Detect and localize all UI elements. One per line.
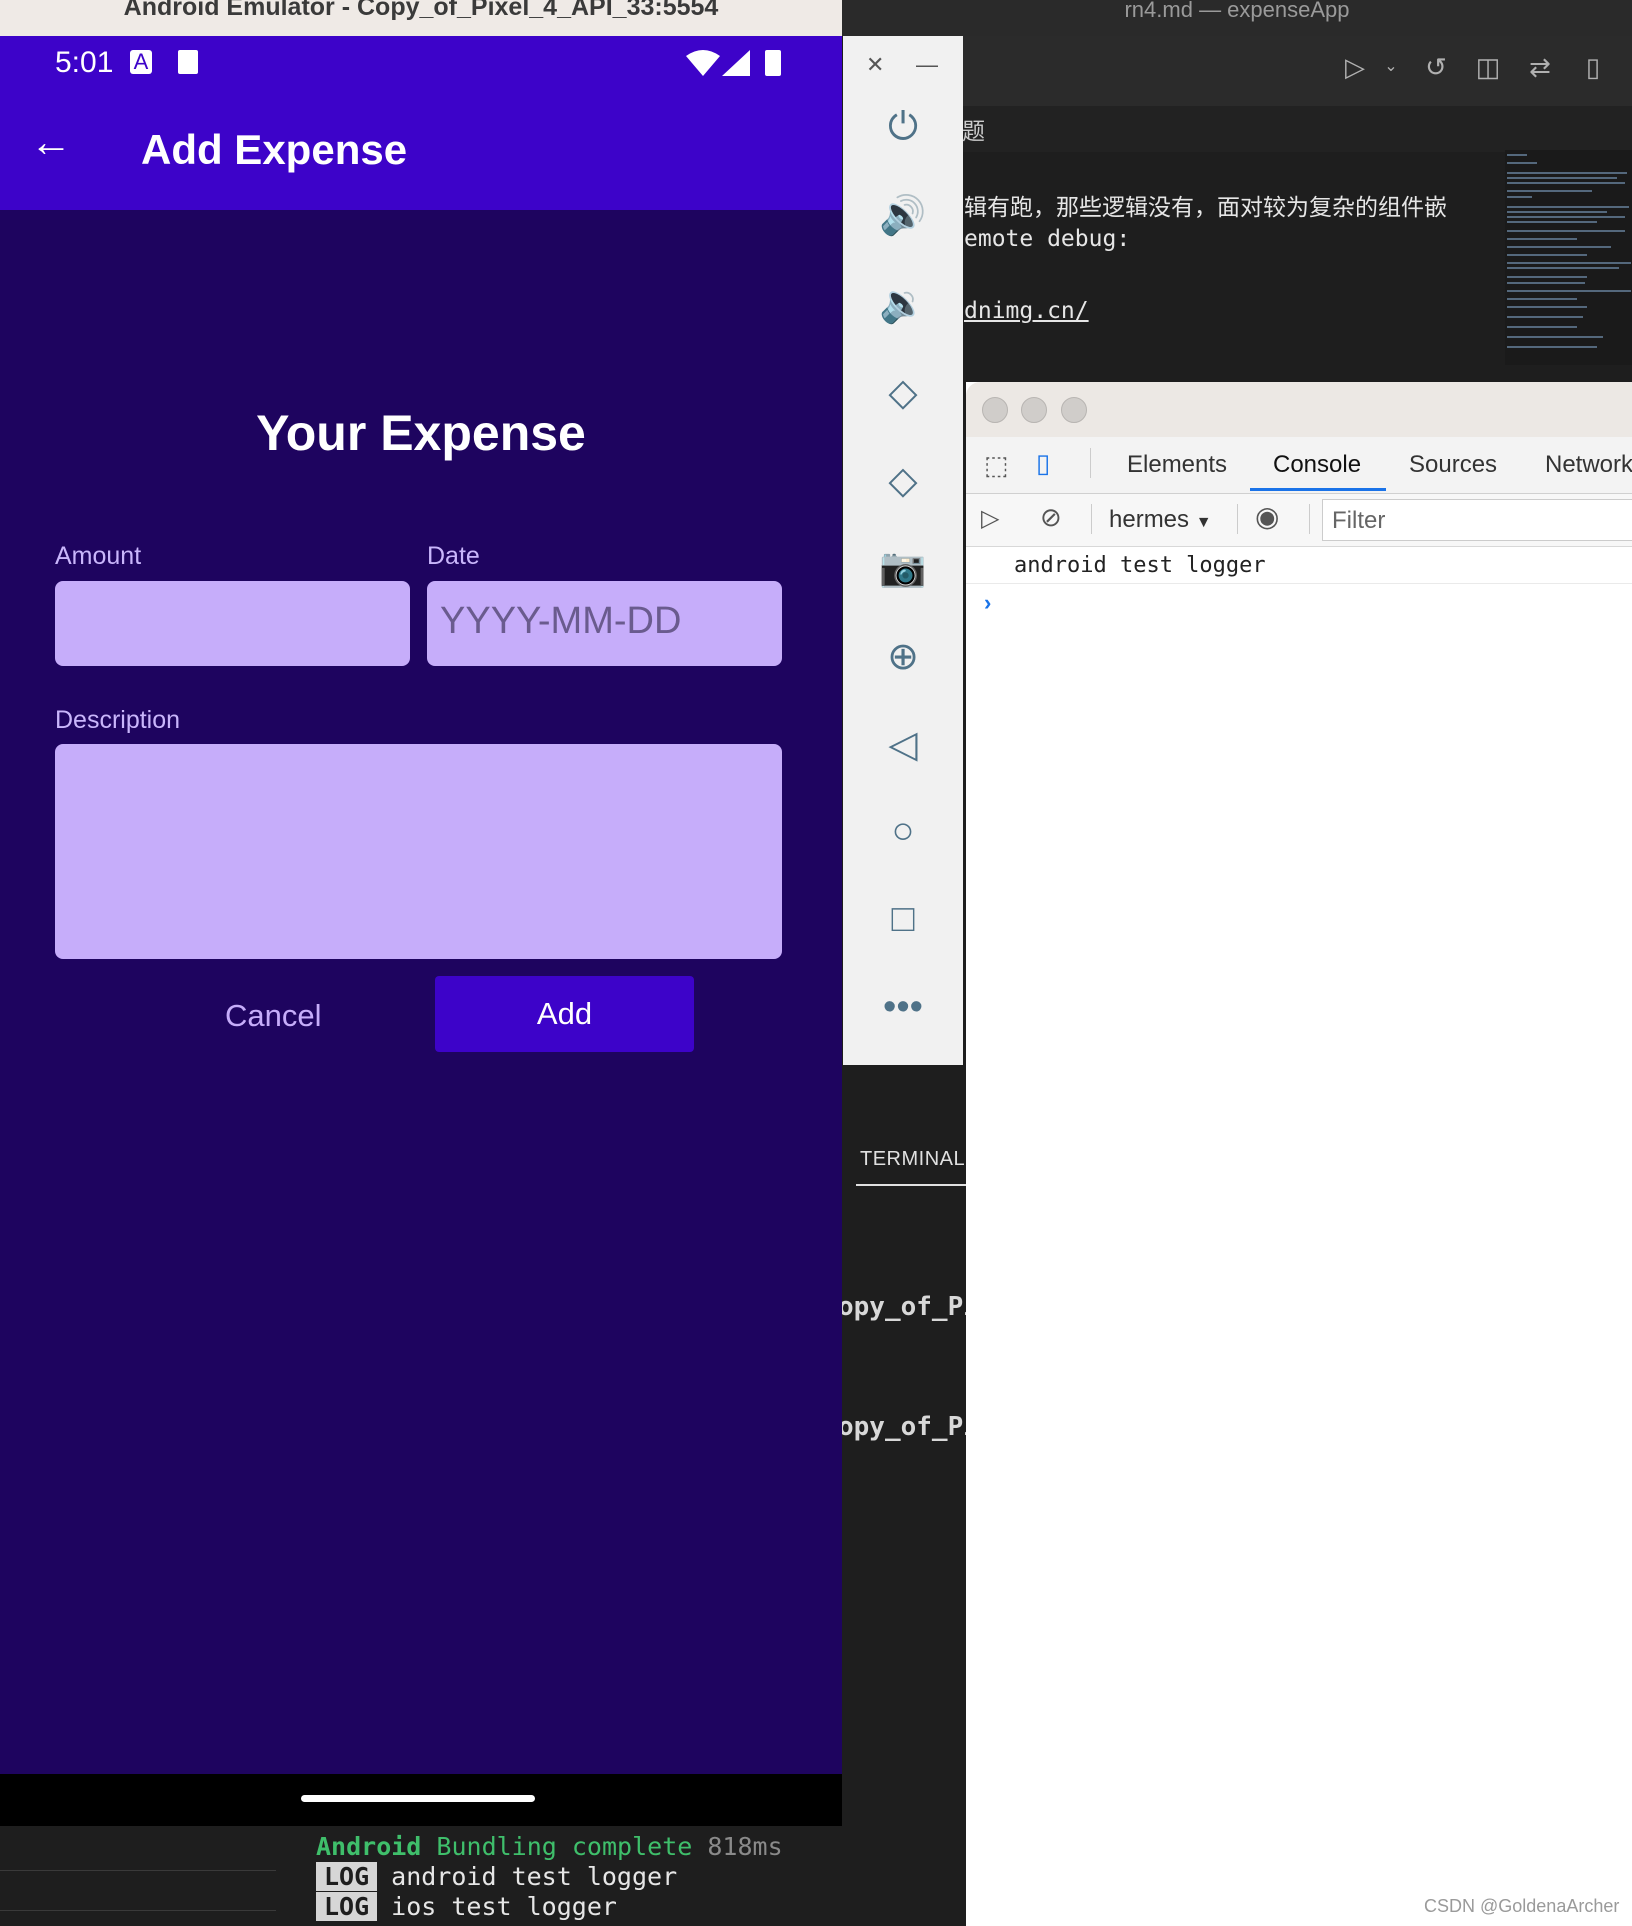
compare-changes-icon[interactable]: ⇄ — [1525, 52, 1555, 82]
status-time: 5:01 — [55, 46, 114, 79]
context-selector[interactable]: hermes ▼ — [1109, 506, 1212, 534]
sidebar-toggle-icon[interactable]: ▷ — [981, 504, 999, 533]
notification-a-icon: A — [130, 50, 152, 74]
editor-line: emote debug: — [964, 226, 1131, 252]
back-arrow-icon[interactable]: ← — [30, 121, 72, 163]
bundling-time: 818ms — [707, 1832, 783, 1861]
cancel-button[interactable]: Cancel — [225, 998, 322, 1034]
eye-icon[interactable]: ◉ — [1255, 500, 1279, 533]
sd-card-icon — [178, 50, 198, 74]
form-title: Your Expense — [256, 405, 586, 461]
minimap[interactable] — [1505, 150, 1632, 365]
terminal-line: opy_of_Pi — [838, 1412, 979, 1442]
log-text: android test logger — [391, 1862, 678, 1891]
volume-up-icon[interactable]: 🔊 — [863, 194, 943, 238]
window-minimize-button[interactable] — [1021, 397, 1047, 423]
dropdown-caret-icon: ▼ — [1195, 514, 1212, 531]
context-label: hermes — [1109, 506, 1190, 533]
editor-line: 辑有跑，那些逻辑没有，面对较为复杂的组件嵌 — [964, 195, 1447, 221]
log-level-badge: LOG — [316, 1892, 378, 1921]
cell-signal-icon — [722, 50, 750, 76]
editor-link[interactable]: dnimg.cn/ — [964, 298, 1089, 324]
tab-console[interactable]: Console — [1273, 451, 1361, 479]
battery-icon — [765, 50, 781, 76]
console-prompt-icon[interactable]: › — [984, 590, 991, 616]
camera-icon[interactable]: 📷 — [863, 546, 943, 590]
divider — [0, 1910, 276, 1911]
bundling-line: Android Bundling complete 818ms — [316, 1832, 783, 1861]
split-editor-icon[interactable]: ▯ — [1578, 52, 1608, 82]
editor-area[interactable] — [962, 152, 1502, 382]
log-text: ios test logger — [391, 1892, 617, 1921]
chevron-down-icon[interactable]: ⌄ — [1376, 52, 1406, 82]
inspect-element-icon[interactable]: ⬚ — [984, 450, 1009, 481]
overview-icon[interactable]: □ — [863, 898, 943, 941]
window-close-button[interactable] — [982, 397, 1008, 423]
terminal-tab-indicator — [856, 1184, 968, 1186]
editor-tabbar — [962, 106, 1632, 152]
devtools-window — [966, 382, 1632, 1926]
volume-down-icon[interactable]: 🔉 — [863, 282, 943, 326]
vscode-window-title: rn4.md — expenseApp — [1124, 0, 1350, 22]
power-icon[interactable]: ⏻ — [863, 106, 943, 149]
rotate-right-icon[interactable]: ◇ — [863, 458, 943, 503]
bundling-platform: Android — [316, 1832, 422, 1861]
terminal-line: opy_of_Pi — [838, 1292, 979, 1322]
amount-label: Amount — [55, 542, 142, 570]
home-icon[interactable]: ○ — [863, 810, 943, 853]
rotate-left-icon[interactable]: ◇ — [863, 370, 943, 415]
zoom-icon[interactable]: ⊕ — [863, 634, 943, 679]
tab-network[interactable]: Network — [1545, 451, 1632, 479]
clear-console-icon[interactable]: ⊘ — [1040, 502, 1062, 533]
date-placeholder: YYYY-MM-DD — [440, 600, 682, 642]
minimize-icon[interactable]: — — [916, 52, 938, 78]
log-level-badge: LOG — [316, 1862, 378, 1891]
console-message: android test logger — [1014, 553, 1266, 578]
divider — [1091, 504, 1092, 534]
breadcrumb: 题 — [962, 118, 985, 144]
app-bar-title: Add Expense — [141, 126, 408, 173]
tab-sources[interactable]: Sources — [1409, 451, 1497, 479]
watermark: CSDN @GoldenaArcher — [1424, 1896, 1620, 1916]
filter-placeholder: Filter — [1332, 507, 1386, 534]
terminal-tab[interactable]: TERMINAL — [860, 1148, 965, 1171]
log-line: LOG ios test logger — [316, 1892, 617, 1921]
wifi-icon — [686, 50, 720, 76]
home-handle[interactable] — [301, 1795, 535, 1802]
date-label: Date — [427, 542, 480, 570]
window-zoom-button[interactable] — [1061, 397, 1087, 423]
log-line: LOG android test logger — [316, 1862, 677, 1891]
add-button[interactable]: Add — [435, 976, 694, 1052]
history-icon[interactable]: ↺ — [1421, 52, 1451, 82]
more-icon[interactable]: ••• — [863, 986, 943, 1029]
device-toolbar-icon[interactable]: ▯ — [1036, 448, 1050, 479]
tab-elements[interactable]: Elements — [1127, 451, 1227, 479]
divider — [1237, 504, 1238, 534]
description-input[interactable] — [55, 744, 782, 959]
active-tab-indicator — [1250, 488, 1386, 491]
bundling-text: Bundling complete — [436, 1832, 693, 1861]
description-label: Description — [55, 706, 181, 734]
close-icon[interactable]: ✕ — [866, 52, 884, 78]
back-icon[interactable]: ◁ — [863, 722, 943, 767]
divider — [1090, 448, 1091, 478]
emulator-window-title: Android Emulator - Copy_of_Pixel_4_API_3… — [123, 0, 719, 21]
divider — [966, 583, 1632, 584]
run-debug-icon[interactable]: ▷ — [1340, 52, 1370, 82]
amount-input[interactable] — [55, 581, 410, 666]
open-preview-icon[interactable]: ◫ — [1473, 52, 1503, 82]
divider — [1309, 504, 1310, 534]
divider — [0, 1870, 276, 1871]
